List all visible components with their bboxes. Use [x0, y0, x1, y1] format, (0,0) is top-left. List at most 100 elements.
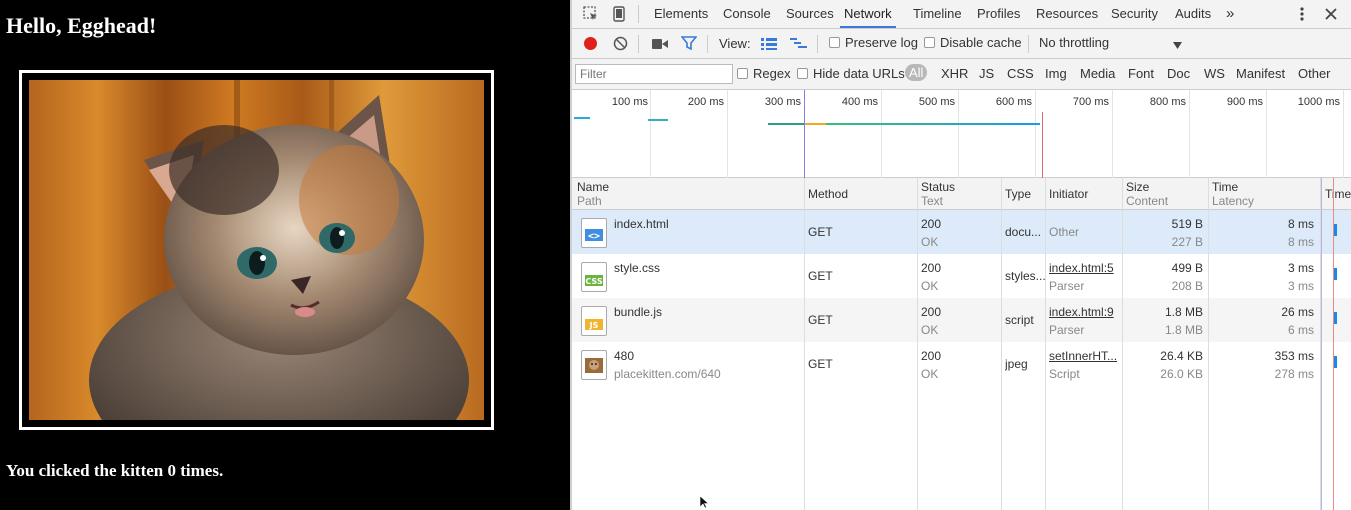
overview-tick: 100 ms	[611, 96, 648, 108]
request-status: 200	[921, 349, 942, 363]
overview-tick: 900 ms	[1226, 96, 1263, 108]
filter-input[interactable]	[575, 64, 733, 84]
request-status-text: OK	[921, 323, 939, 337]
request-method: GET	[808, 225, 833, 239]
tab-security[interactable]: Security	[1111, 0, 1158, 28]
filter-type-manifest[interactable]: Manifest	[1236, 66, 1285, 81]
tab-audits[interactable]: Audits	[1175, 0, 1211, 28]
filter-type-font[interactable]: Font	[1128, 66, 1154, 81]
large-rows-icon[interactable]	[761, 37, 777, 50]
table-row[interactable]: <> index.html GET 200 OK docu... Other 5…	[572, 210, 1351, 254]
hide-data-urls-checkbox[interactable]	[797, 68, 808, 79]
tab-sources[interactable]: Sources	[786, 0, 834, 28]
filter-type-js[interactable]: JS	[979, 66, 994, 81]
disable-cache-checkbox[interactable]	[924, 37, 935, 48]
kitten-photo[interactable]	[29, 80, 484, 420]
request-method: GET	[808, 313, 833, 327]
col-time[interactable]: Time Latency	[1212, 180, 1254, 208]
overview-bar-css	[648, 119, 668, 121]
filter-type-all[interactable]: All	[905, 64, 928, 81]
request-initiator-link[interactable]: setInnerHT...	[1049, 349, 1117, 363]
filter-type-media[interactable]: Media	[1080, 66, 1115, 81]
inspect-element-icon[interactable]	[583, 6, 599, 22]
clear-icon[interactable]	[613, 36, 628, 51]
overview-tick: 800 ms	[1149, 96, 1186, 108]
tab-timeline[interactable]: Timeline	[913, 0, 962, 28]
col-size[interactable]: Size Content	[1126, 180, 1168, 208]
request-name[interactable]: style.css	[614, 261, 660, 275]
tab-resources[interactable]: Resources	[1036, 0, 1098, 28]
tab-network[interactable]: Network	[840, 0, 896, 28]
request-time: 3 ms	[1287, 261, 1314, 275]
request-content-size: 208 B	[1171, 279, 1203, 293]
request-time: 353 ms	[1274, 349, 1314, 363]
waterfall-load-line	[1333, 178, 1334, 510]
filter-type-ws[interactable]: WS	[1204, 66, 1225, 81]
col-method[interactable]: Method	[808, 187, 848, 201]
request-content-size: 1.8 MB	[1164, 323, 1203, 337]
request-content-size: 26.0 KB	[1160, 367, 1203, 381]
col-type[interactable]: Type	[1005, 187, 1031, 201]
more-tabs-button[interactable]: »	[1226, 0, 1234, 28]
tab-elements[interactable]: Elements	[654, 0, 708, 28]
capture-screenshots-icon[interactable]	[652, 38, 668, 50]
tab-console[interactable]: Console	[723, 0, 771, 28]
request-status: 200	[921, 305, 942, 319]
request-time: 26 ms	[1281, 305, 1314, 319]
filter-type-other[interactable]: Other	[1298, 66, 1331, 81]
chevron-down-icon[interactable]	[1173, 39, 1182, 49]
request-type: styles...	[1005, 269, 1046, 283]
js-file-icon: JS	[581, 306, 607, 336]
overview-bar-document	[574, 117, 590, 119]
app-viewport: Hello, Egghead! You clicked the kitten 0…	[0, 0, 570, 510]
table-row[interactable]: 480 placekitten.com/640 GET 200 OK jpeg …	[572, 342, 1351, 386]
request-type: jpeg	[1005, 357, 1028, 371]
filter-type-doc[interactable]: Doc	[1167, 66, 1190, 81]
tab-profiles[interactable]: Profiles	[977, 0, 1020, 28]
close-devtools-icon[interactable]	[1325, 8, 1337, 20]
request-initiator: Other	[1049, 225, 1080, 239]
view-label: View:	[719, 36, 751, 51]
record-icon[interactable]	[583, 36, 598, 51]
col-timeline[interactable]: Timel	[1325, 187, 1351, 201]
request-name[interactable]: index.html	[614, 217, 669, 231]
svg-text:JS: JS	[589, 321, 599, 330]
overview-bar-script	[768, 123, 804, 125]
filter-type-css[interactable]: CSS	[1007, 66, 1034, 81]
device-mode-icon[interactable]	[611, 6, 627, 22]
request-type: docu...	[1005, 225, 1042, 239]
disable-cache-label[interactable]: Disable cache	[940, 35, 1022, 50]
col-name[interactable]: Name Path	[577, 180, 609, 208]
filter-type-img[interactable]: Img	[1045, 66, 1067, 81]
request-name[interactable]: 480	[614, 349, 634, 363]
request-name[interactable]: bundle.js	[614, 305, 662, 319]
request-status-text: OK	[921, 367, 939, 381]
network-overview[interactable]: 100 ms 200 ms 300 ms 400 ms 500 ms 600 m…	[572, 90, 1351, 178]
kitten-image-frame[interactable]	[19, 70, 494, 430]
request-table-header: Name Path Method Status Text Type Initiato…	[572, 178, 1351, 210]
filter-icon[interactable]	[680, 36, 698, 51]
waterfall-bar	[1334, 268, 1337, 280]
css-file-icon: CSS	[581, 262, 607, 292]
table-row[interactable]: JS bundle.js GET 200 OK script index.htm…	[572, 298, 1351, 342]
col-initiator[interactable]: Initiator	[1049, 187, 1088, 201]
domcontentloaded-line	[804, 90, 805, 178]
request-latency: 8 ms	[1287, 235, 1314, 249]
regex-checkbox[interactable]	[737, 68, 748, 79]
throttling-select[interactable]: No throttling	[1039, 35, 1109, 50]
request-initiator-link[interactable]: index.html:5	[1049, 261, 1114, 275]
filter-type-xhr[interactable]: XHR	[941, 66, 968, 81]
request-latency: 3 ms	[1287, 279, 1314, 293]
preserve-log-checkbox[interactable]	[829, 37, 840, 48]
devtools-menu-icon[interactable]	[1299, 6, 1305, 22]
request-path: placekitten.com/640	[614, 367, 721, 381]
table-row[interactable]: CSS style.css GET 200 OK styles... index…	[572, 254, 1351, 298]
svg-text:<>: <>	[588, 231, 600, 242]
preserve-log-label[interactable]: Preserve log	[845, 35, 918, 50]
hide-data-urls-label[interactable]: Hide data URLs	[813, 66, 905, 81]
regex-label[interactable]: Regex	[753, 66, 791, 81]
col-status[interactable]: Status Text	[921, 180, 955, 208]
waterfall-overview-icon[interactable]	[790, 37, 808, 50]
request-status: 200	[921, 261, 942, 275]
request-initiator-link[interactable]: index.html:9	[1049, 305, 1114, 319]
